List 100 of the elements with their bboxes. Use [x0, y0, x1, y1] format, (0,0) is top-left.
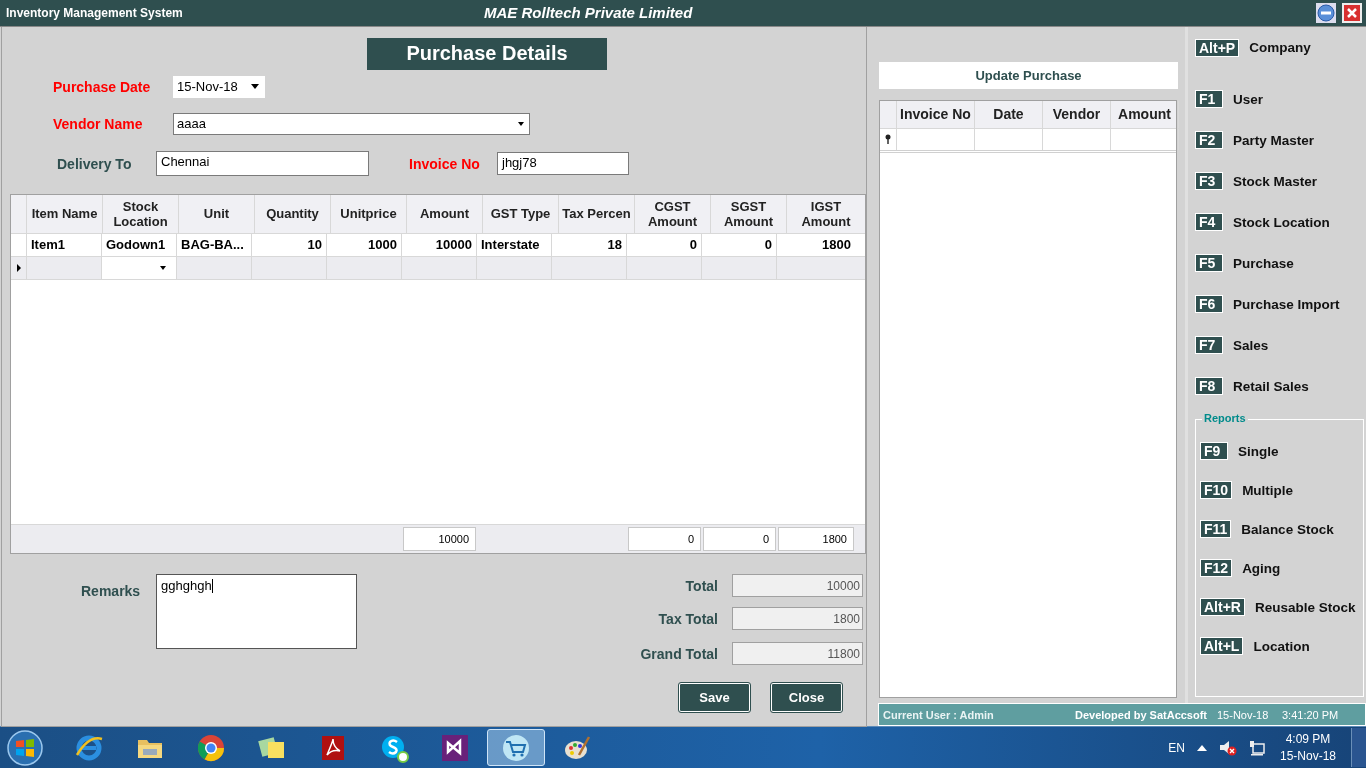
muted-speaker-icon[interactable]	[1219, 739, 1237, 756]
show-desktop-button[interactable]	[1351, 728, 1366, 768]
menu-label: Multiple	[1241, 482, 1294, 498]
dropdown-cell[interactable]	[102, 256, 177, 279]
menu-item[interactable]: F1 User	[1195, 78, 1366, 120]
table-cell: BAG-BA...	[177, 233, 252, 256]
column-header[interactable]: Vendor	[1043, 100, 1111, 128]
menu-label: Aging	[1241, 560, 1281, 576]
column-header[interactable]: Unitprice	[331, 194, 407, 233]
dropdown-icon	[518, 121, 524, 126]
column-total-field: 0	[703, 526, 776, 551]
table-cell-text: 1800	[821, 236, 852, 255]
shortcut-key: F12	[1200, 559, 1233, 578]
developer-credit: Developed by SatAccsoft	[1075, 708, 1209, 721]
menu-item[interactable]: F6 Purchase Import	[1195, 283, 1366, 325]
new-row-icon	[885, 134, 891, 145]
column-header[interactable]: Unit	[179, 194, 255, 233]
table-cell: Godown1	[102, 233, 177, 256]
start-button[interactable]	[6, 728, 44, 767]
date-picker[interactable]: 15-Nov-18	[173, 75, 265, 98]
shortcut-key: F11	[1200, 520, 1232, 539]
shortcut-key: F5	[1195, 254, 1223, 273]
shortcut-key: F1	[1195, 90, 1223, 109]
menu-label: Purchase Import	[1232, 296, 1340, 312]
shopping-cart-icon	[501, 732, 531, 763]
language-indicator[interactable]: EN	[1168, 740, 1185, 755]
minimize-icon[interactable]	[1316, 2, 1336, 23]
menu-item[interactable]: F2 Party Master	[1195, 119, 1366, 161]
field-label: Purchase Date	[52, 78, 152, 95]
shortcut-key: Alt+R	[1200, 598, 1245, 617]
clock[interactable]: 4:09 PM 15-Nov-18	[1277, 730, 1339, 765]
column-header[interactable]: Tax Percen	[559, 194, 635, 233]
menu-item[interactable]: Alt+P Company	[1195, 36, 1366, 59]
table-cell: 1000	[327, 233, 402, 256]
column-header[interactable]: Amount	[407, 194, 483, 233]
column-header[interactable]: Amount	[1111, 100, 1179, 128]
invoice-field[interactable]: jhgj78	[497, 152, 629, 176]
table-cell: 18	[552, 233, 627, 256]
menu-label: Stock Master	[1232, 173, 1318, 189]
shortcut-key: F8	[1195, 377, 1223, 396]
table-cell: 10000	[402, 233, 477, 256]
shortcut-key: F2	[1195, 131, 1223, 150]
menu-item[interactable]: F3 Stock Master	[1195, 160, 1366, 202]
taskbar-app[interactable]	[487, 729, 545, 767]
menu-item[interactable]: F11 Balance Stock	[1200, 509, 1363, 549]
menu-label: Purchase	[1232, 255, 1294, 271]
table-cell: 0	[702, 233, 777, 256]
column-header[interactable]: Quantity	[255, 194, 331, 233]
panel-title: Update Purchase	[879, 61, 1178, 89]
menu-item[interactable]: F7 Sales	[1195, 324, 1366, 366]
action-button[interactable]: Close	[771, 682, 842, 712]
network-icon[interactable]	[1249, 739, 1265, 756]
column-header[interactable]: IGST Amount	[787, 194, 865, 233]
field-label: Invoice No	[408, 155, 481, 172]
column-header[interactable]: Date	[975, 100, 1043, 128]
menu-item[interactable]: F12 Aging	[1200, 548, 1363, 588]
close-icon[interactable]	[1342, 2, 1362, 23]
column-header[interactable]: CGST Amount	[635, 194, 711, 233]
vendor-dropdown[interactable]: aaaa	[173, 112, 530, 135]
shortcut-key: Alt+L	[1200, 637, 1244, 656]
menu-item[interactable]: F8 Retail Sales	[1195, 365, 1366, 407]
delivery-field[interactable]: Chennai	[156, 151, 369, 177]
shortcut-key: F9	[1200, 442, 1228, 461]
form-title: Purchase Details	[367, 37, 607, 70]
menu-item[interactable]: Alt+R Reusable Stock	[1200, 587, 1363, 627]
menu-label: Company	[1248, 40, 1311, 56]
menu-item[interactable]: F5 Purchase	[1195, 242, 1366, 284]
group-title: Reports	[1202, 411, 1248, 424]
table-cell: 10	[252, 233, 327, 256]
menu-item[interactable]: F9 Single	[1200, 431, 1363, 471]
column-header[interactable]: SGST Amount	[711, 194, 787, 233]
column-header[interactable]: Stock Location	[103, 194, 179, 233]
total-field: 10000	[732, 574, 863, 598]
menu-item[interactable]: F4 Stock Location	[1195, 201, 1366, 243]
total-field: 1800	[732, 607, 863, 631]
shortcut-key: F10	[1200, 481, 1233, 500]
dropdown-icon	[251, 84, 259, 90]
total-label: Grand Total	[640, 645, 718, 662]
column-header[interactable]: Item Name	[27, 194, 103, 233]
company-name: MAE Rolltech Private Limited	[484, 4, 693, 22]
action-button[interactable]: Save	[679, 682, 750, 712]
column-total-field: 1800	[778, 526, 854, 551]
column-header[interactable]: Invoice No	[897, 100, 975, 128]
menu-label: User	[1232, 91, 1264, 107]
shortcut-key: F6	[1195, 295, 1223, 314]
dropdown-icon[interactable]	[160, 265, 166, 270]
field-label: Delivery To	[56, 155, 133, 172]
status-time: 3:41:20 PM	[1282, 708, 1339, 721]
field-label: Vendor Name	[52, 115, 144, 132]
shortcut-key: Alt+P	[1195, 38, 1240, 57]
show-hidden-icons[interactable]	[1197, 744, 1207, 751]
field-label: Remarks	[81, 582, 142, 599]
remarks-field[interactable]: gghghgh	[156, 573, 357, 649]
total-label: Tax Total	[658, 610, 718, 627]
menu-item[interactable]: Alt+L Location	[1200, 626, 1363, 666]
app-name: Inventory Management System	[6, 5, 184, 20]
menu-item[interactable]: F10 Multiple	[1200, 470, 1363, 510]
column-header[interactable]: GST Type	[483, 194, 559, 233]
menu-label: Single	[1237, 443, 1279, 459]
total-label: Total	[685, 577, 718, 594]
